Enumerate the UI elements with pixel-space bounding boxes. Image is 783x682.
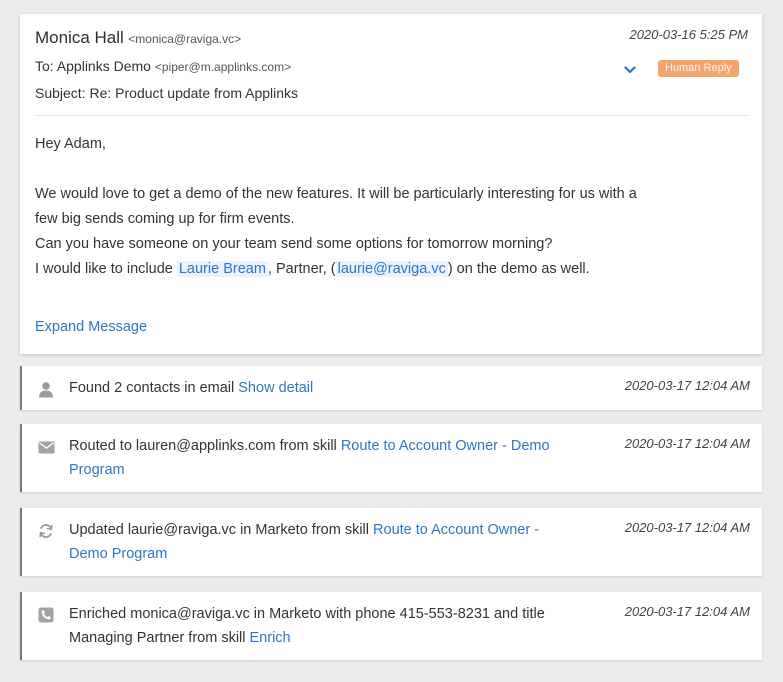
- recipient-name: To: Applinks Demo: [35, 58, 151, 74]
- activity-item: Routed to lauren@applinks.com from skill…: [20, 424, 762, 492]
- activity-date: 2020-03-17 12:04 AM: [624, 520, 750, 535]
- sender-email: <monica@raviga.vc>: [128, 32, 242, 46]
- sender-name: Monica Hall: [35, 28, 124, 47]
- text-fragment: and title: [489, 606, 545, 622]
- activity-date: 2020-03-17 12:04 AM: [624, 604, 750, 619]
- activity-item: Enriched monica@raviga.vc in Marketo wit…: [20, 592, 762, 660]
- text-fragment: I would like to include: [35, 261, 177, 277]
- email-body: Hey Adam, We would love to get a demo of…: [35, 132, 745, 282]
- activity-description: Found 2 contacts in email: [69, 380, 239, 396]
- text-fragment: ) on the demo as well.: [447, 261, 590, 277]
- show-detail-link[interactable]: Show detail: [238, 380, 313, 396]
- activity-text: Enriched monica@raviga.vc in Marketo wit…: [69, 602, 579, 650]
- email-greeting: Hey Adam,: [35, 136, 106, 152]
- activity-description: Routed to lauren@applinks.com from skill: [69, 438, 341, 454]
- email-card: Monica Hall <monica@raviga.vc> 2020-03-1…: [20, 14, 762, 354]
- activity-item: Found 2 contacts in email Show detail 20…: [20, 366, 762, 410]
- skill-link[interactable]: Enrich: [250, 630, 291, 646]
- phone-number: 415-553-8231: [399, 606, 490, 622]
- contact-email-highlight[interactable]: laurie@raviga.vc: [335, 261, 448, 277]
- email-date: 2020-03-16 5:25 PM: [629, 27, 748, 42]
- recipient-email: <piper@m.applinks.com>: [154, 60, 292, 74]
- email-subject: Subject: Re: Product update from Applink…: [35, 85, 299, 101]
- activity-item: Updated laurie@raviga.vc in Marketo from…: [20, 508, 762, 576]
- refresh-icon: [37, 522, 55, 540]
- email-line: few big sends coming up for firm events.: [35, 211, 295, 227]
- activity-description: Updated laurie@raviga.vc in Marketo from…: [69, 522, 374, 538]
- email-from: Monica Hall <monica@raviga.vc>: [35, 28, 241, 48]
- expand-message-link[interactable]: Expand Message: [35, 319, 147, 335]
- email-line: We would love to get a demo of the new f…: [35, 186, 637, 202]
- activity-text: Routed to lauren@applinks.com from skill…: [69, 434, 579, 482]
- human-reply-badge: Human Reply: [658, 60, 739, 77]
- activity-text: Found 2 contacts in email Show detail: [69, 376, 579, 400]
- envelope-icon: [37, 438, 55, 456]
- chevron-down-icon[interactable]: [622, 64, 638, 76]
- email-line: Can you have someone on your team send s…: [35, 236, 553, 252]
- person-icon: [37, 380, 55, 398]
- activity-text: Updated laurie@raviga.vc in Marketo from…: [69, 518, 579, 566]
- activity-date: 2020-03-17 12:04 AM: [624, 378, 750, 393]
- phone-icon: [37, 606, 55, 624]
- email-line: I would like to include Laurie Bream, Pa…: [35, 257, 745, 282]
- email-to: To: Applinks Demo <piper@m.applinks.com>: [35, 58, 291, 74]
- header-divider: [35, 115, 748, 116]
- contact-title: Managing Partner: [69, 630, 185, 646]
- activity-description: Enriched monica@raviga.vc in Marketo wit…: [69, 606, 400, 622]
- text-fragment: from skill: [184, 630, 250, 646]
- activity-date: 2020-03-17 12:04 AM: [624, 436, 750, 451]
- contact-name-highlight[interactable]: Laurie Bream: [176, 261, 268, 277]
- text-fragment: , Partner, (: [267, 261, 336, 277]
